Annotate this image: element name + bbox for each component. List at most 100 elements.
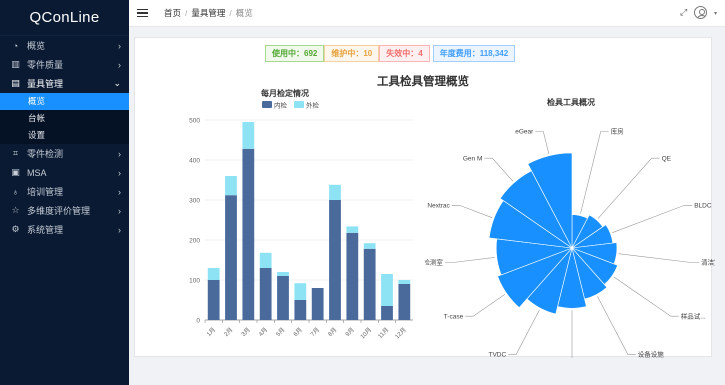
rose-label: 清洁室: [701, 258, 715, 267]
x-tick-label: 10月: [359, 326, 373, 340]
submenu-item-2[interactable]: 设置: [0, 127, 129, 144]
x-tick-label: 6月: [292, 326, 304, 338]
gear-icon: ⚙: [11, 224, 20, 234]
sidebar-item-3[interactable]: ⌗ 零件检测 ›: [0, 144, 129, 163]
x-tick-label: 8月: [327, 326, 339, 338]
chevron-right-icon: ›: [118, 148, 121, 159]
menu-toggle-icon[interactable]: [137, 8, 148, 18]
stat-maintenance: 维护中：10: [324, 45, 380, 62]
legend-swatch: [262, 101, 272, 108]
top-bar: 首页 / 量具管理 / 概览 ⤢ ▾: [129, 0, 725, 27]
y-tick-label: 0: [196, 318, 200, 325]
rose-label: T-case: [444, 313, 464, 320]
breadcrumb-gauge-management[interactable]: 量具管理: [191, 7, 225, 19]
bar-external: [242, 122, 255, 149]
sidebar-item-5[interactable]: ♁ 培训管理 ›: [0, 182, 129, 201]
page-title: 工具检具管理概览: [377, 76, 469, 88]
x-tick-label: 3月: [240, 326, 252, 338]
rose-label: QE: [662, 155, 672, 162]
chevron-down-icon[interactable]: ▾: [714, 10, 717, 17]
rose-label: TVDC: [488, 352, 506, 359]
breadcrumb-separator: /: [185, 8, 188, 18]
legend-label: 内检: [274, 101, 288, 110]
stat-annual-cost: 年度费用：118,342: [432, 45, 516, 62]
x-tick-label: 12月: [394, 326, 408, 340]
chevron-right-icon: ›: [118, 186, 121, 197]
rose-leader-line: [612, 205, 693, 233]
bar-internal: [294, 300, 307, 320]
y-tick-label: 200: [189, 238, 200, 245]
sidebar-item-7[interactable]: ⚙ 系统管理 ›: [0, 220, 129, 239]
rose-leader-line: [465, 294, 505, 317]
calendar-icon: ▣: [11, 167, 20, 177]
bar-internal: [363, 248, 376, 320]
submenu-item-0[interactable]: 概览: [0, 93, 129, 110]
sidebar-item-4[interactable]: ▣ MSA ›: [0, 163, 129, 182]
sidebar-item-6[interactable]: ☆ 多维度评价管理 ›: [0, 201, 129, 220]
gauge-overview-rose-chart: 检具工具概况库房QEBLDC清洁室样品试...设备设施Gen VTVDCT-ca…: [425, 97, 715, 359]
sidebar-item-2[interactable]: ▤ 量具管理 ⌄: [0, 74, 129, 93]
rose-label: Nextrac: [427, 203, 450, 210]
bar-internal: [311, 288, 324, 320]
stat-in-use: 使用中：692: [265, 45, 325, 62]
bar-external: [329, 184, 341, 200]
stat-invalid: 失效中：4: [379, 45, 430, 62]
breadcrumb-current: 概览: [235, 8, 253, 18]
avatar-icon[interactable]: [694, 6, 707, 19]
bar-external: [381, 274, 393, 306]
rose-leader-line: [597, 296, 636, 355]
chevron-right-icon: ›: [118, 224, 121, 235]
rose-label: 样品试...: [681, 311, 706, 320]
monthly-calibration-chart: 每月检定情况内检 外检 0 100 200 300 400 500 1月 2月 3月 4月 5月 6月 7月…: [189, 88, 413, 340]
x-tick-label: 9月: [344, 326, 356, 338]
chevron-right-icon: ›: [118, 40, 121, 51]
rose-leader-line: [597, 157, 660, 219]
rose-chart-title: 检具工具概况: [547, 97, 595, 107]
rose-leader-line: [618, 253, 700, 263]
sidebar-item-0[interactable]: ◔ 概览 ›: [0, 36, 129, 55]
rose-label: 设备设施: [638, 350, 665, 359]
legend-swatch: [294, 101, 304, 108]
bar-internal: [329, 200, 341, 320]
rose-label: Gen M: [463, 155, 483, 162]
bar-internal: [242, 148, 255, 320]
wrench-icon: ▤: [11, 78, 20, 88]
x-tick-label: 4月: [258, 326, 270, 338]
bar-external: [363, 243, 376, 249]
rose-leader-line: [451, 205, 493, 218]
sidebar-item-label: 系统管理: [27, 225, 64, 235]
chip-icon: ⌗: [12, 148, 19, 158]
rose-leader-line: [580, 131, 609, 214]
sidebar-menu: ◔ 概览 › ▥ 零件质量 › ▤ 量具管理 ⌄ 概览 台帐 设置 ⌗ 零件检测 › ▣ MSA › ♁ 培训管理 › ☆…: [0, 36, 129, 239]
y-tick-label: 100: [189, 278, 200, 285]
rose-label: eGear: [515, 129, 534, 136]
chart-icon: ▥: [11, 59, 20, 69]
breadcrumb-home[interactable]: 首页: [164, 7, 181, 19]
overview-card: 使用中：692 维护中：10 失效中：4 年度费用：118,342 工具检具管理…: [134, 37, 715, 359]
dashboard-icon: ◔: [12, 40, 19, 51]
bulb-icon: ♁: [12, 186, 19, 197]
rose-label: 库房: [611, 127, 624, 136]
rose-leader-line: [571, 310, 573, 358]
sidebar-item-label: 零件质量: [27, 60, 64, 70]
bar-external: [277, 272, 289, 276]
chevron-right-icon: ›: [118, 59, 121, 70]
bar-chart-title: 每月检定情况: [261, 88, 309, 98]
x-tick-label: 2月: [223, 326, 235, 338]
bar-internal: [398, 284, 411, 320]
bar-internal: [277, 276, 289, 320]
chevron-right-icon: ›: [118, 205, 121, 216]
sidebar: QConLine ◔ 概览 › ▥ 零件质量 › ▤ 量具管理 ⌄ 概览 台帐 设置 ⌗ 零件检测 › ▣ MS…: [0, 0, 129, 385]
y-tick-label: 500: [189, 118, 200, 125]
submenu-item-1[interactable]: 台帐: [0, 110, 129, 127]
app-logo: QConLine: [0, 0, 129, 36]
sidebar-item-label: 量具管理: [27, 79, 64, 89]
sidebar-item-1[interactable]: ▥ 零件质量 ›: [0, 55, 129, 74]
sidebar-item-label: MSA: [27, 167, 47, 178]
bar-external: [398, 280, 411, 284]
bar-internal: [225, 195, 237, 320]
rose-leader-line: [613, 276, 679, 317]
sidebar-item-label: 培训管理: [27, 187, 64, 197]
fullscreen-icon[interactable]: ⤢: [680, 8, 689, 17]
bar-internal: [259, 268, 272, 320]
